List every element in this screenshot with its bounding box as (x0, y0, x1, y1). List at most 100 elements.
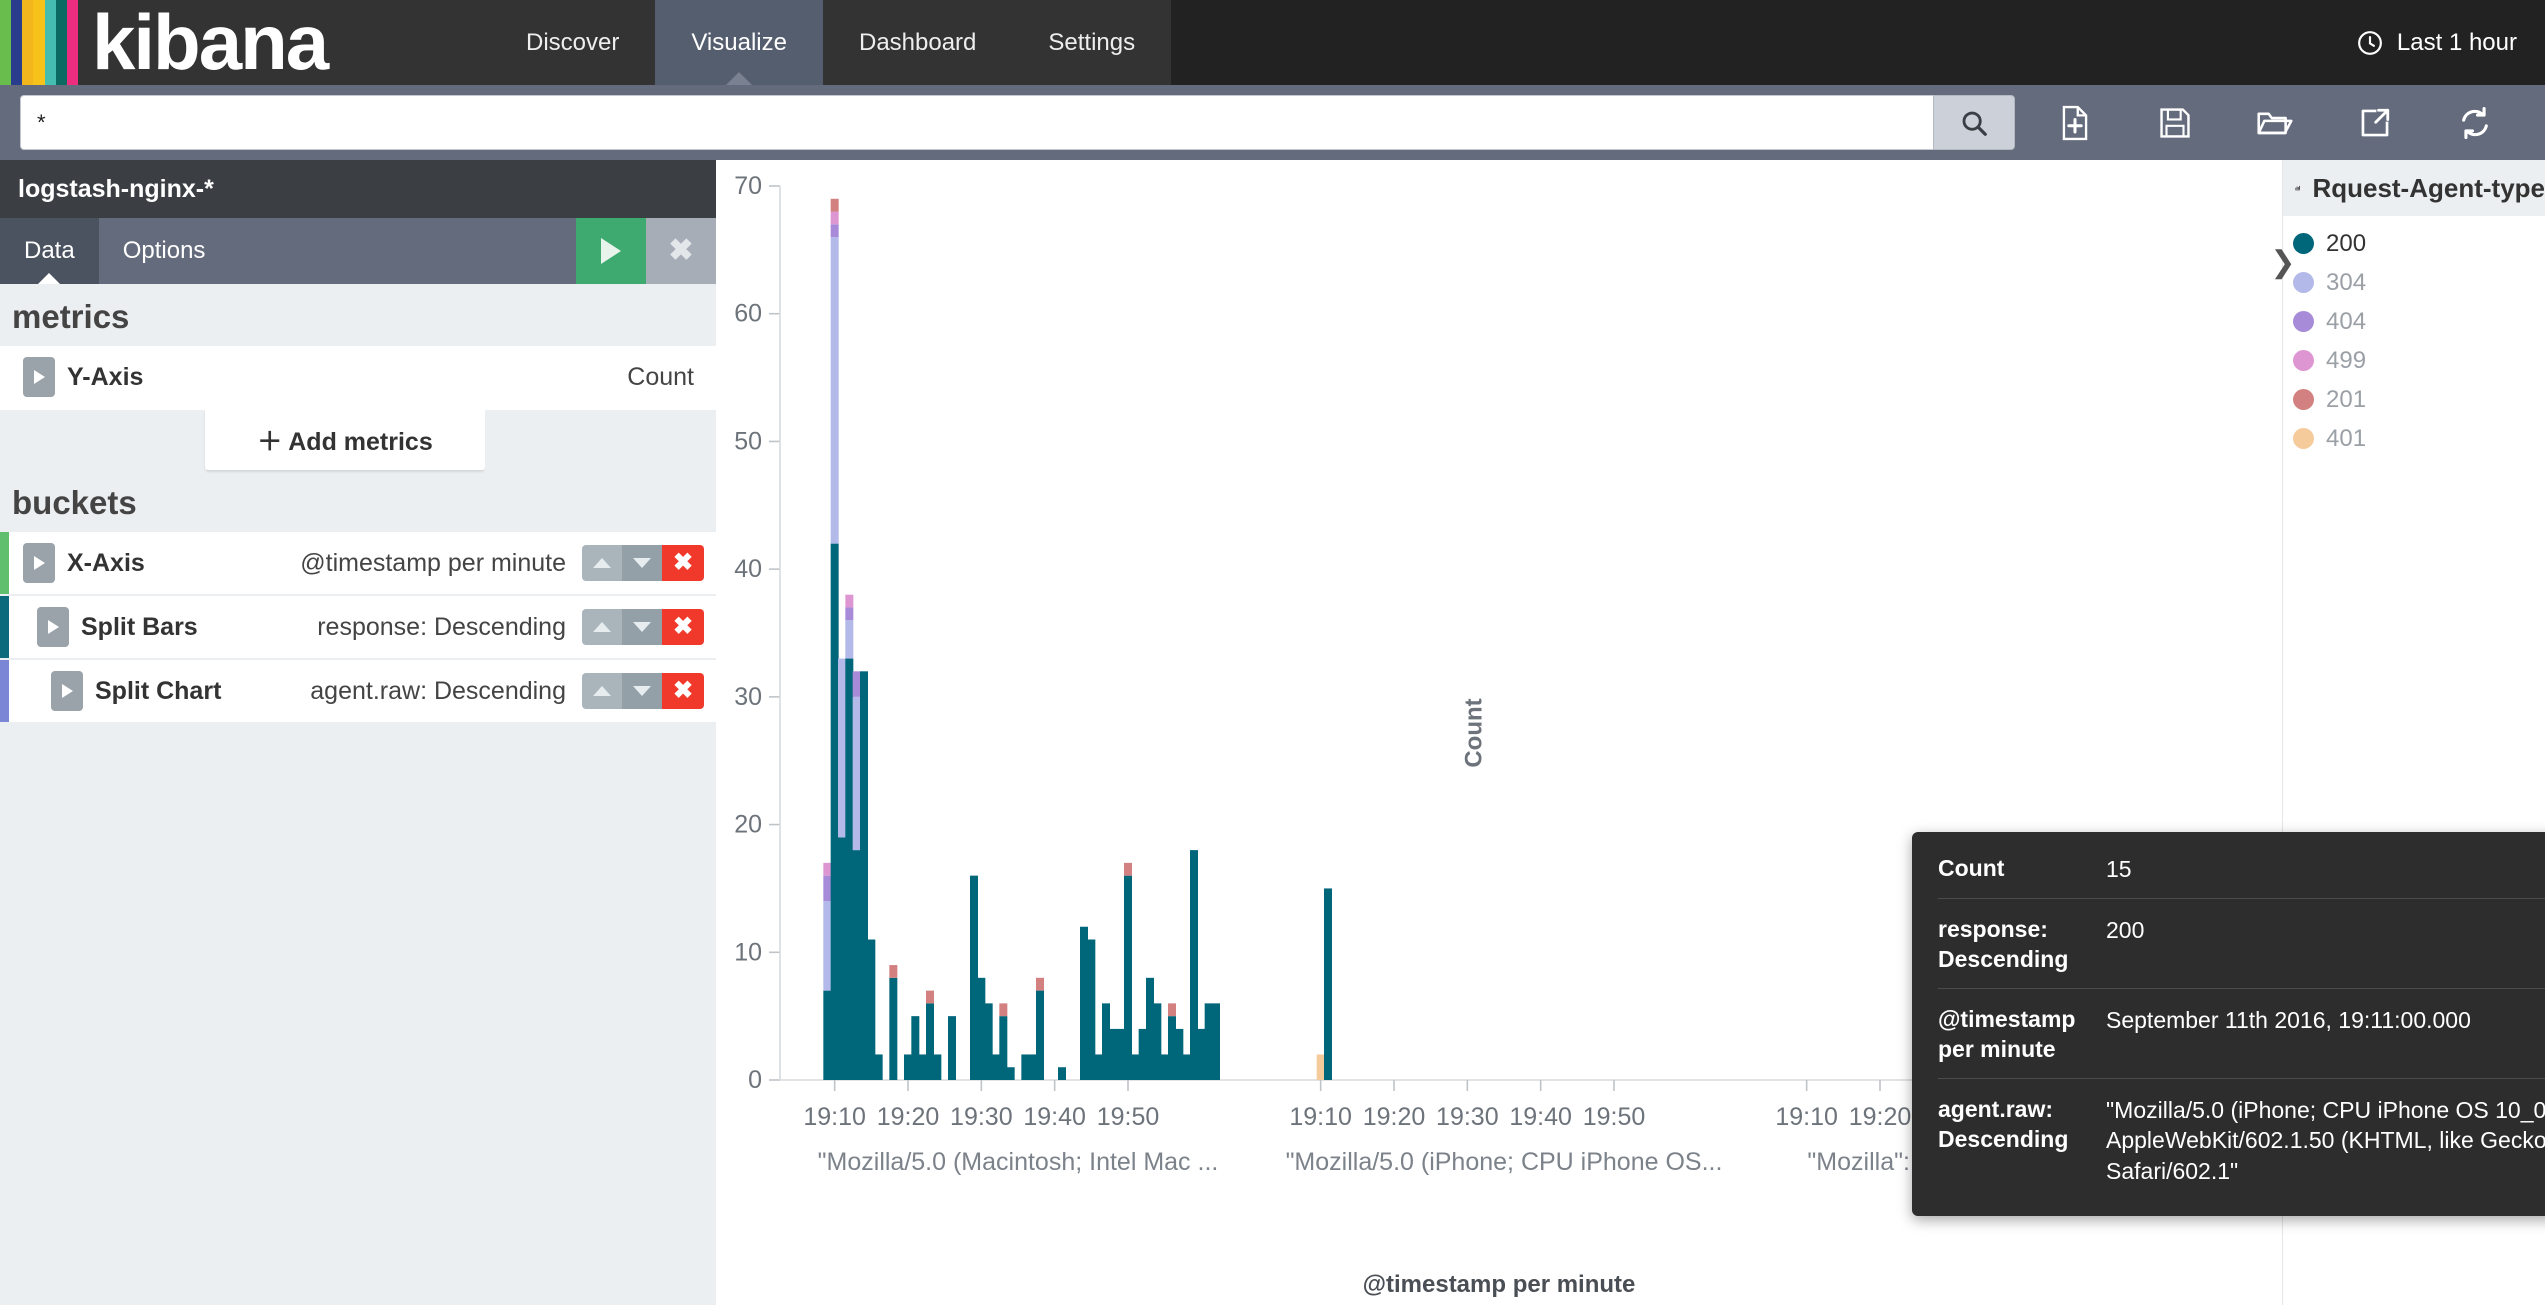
legend-item-404[interactable]: 404 (2293, 302, 2545, 341)
bar-segment-499[interactable] (831, 212, 839, 225)
bar-segment-200[interactable] (823, 991, 831, 1080)
bar-segment-200[interactable] (1146, 978, 1154, 1080)
bar-segment-200[interactable] (1183, 1054, 1191, 1080)
legend-item-201[interactable]: 201 (2293, 380, 2545, 419)
bar-segment-201[interactable] (889, 965, 897, 978)
bar-segment-404[interactable] (831, 224, 839, 237)
remove-bucket-button[interactable]: ✖ (662, 673, 704, 709)
bar-segment-200[interactable] (977, 978, 985, 1080)
bar-segment-200[interactable] (1153, 1003, 1161, 1080)
search-submit-button[interactable] (1933, 95, 2015, 150)
bar-segment-200[interactable] (1168, 1016, 1176, 1080)
nav-tab-dashboard[interactable]: Dashboard (823, 0, 1012, 85)
bar-segment-200[interactable] (999, 1016, 1007, 1080)
bar-segment-201[interactable] (831, 199, 839, 212)
bar-segment-304[interactable] (845, 620, 853, 658)
bucket-row-x-axis[interactable]: X-Axis@timestamp per minute✖ (0, 532, 716, 594)
open-visualization-button[interactable] (2225, 87, 2325, 159)
legend-toggle-button[interactable]: ❯ (2269, 240, 2297, 284)
bar-segment-200[interactable] (1131, 1054, 1139, 1080)
new-visualization-button[interactable] (2025, 87, 2125, 159)
bar-segment-200[interactable] (904, 1054, 912, 1080)
bar-segment-200[interactable] (1007, 1067, 1015, 1080)
bar-segment-200[interactable] (1036, 991, 1044, 1080)
nav-tab-discover[interactable]: Discover (490, 0, 655, 85)
bar-segment-201[interactable] (1168, 1003, 1176, 1016)
bucket-row-split-chart[interactable]: Split Chartagent.raw: Descending✖ (0, 660, 716, 722)
bar-segment-200[interactable] (889, 978, 897, 1080)
bar-segment-304[interactable] (823, 901, 831, 990)
tab-data[interactable]: Data (0, 218, 99, 284)
move-up-button[interactable] (582, 609, 622, 645)
tab-options[interactable]: Options (99, 218, 230, 284)
bar-segment-200[interactable] (1175, 1029, 1183, 1080)
bar-segment-201[interactable] (999, 1003, 1007, 1016)
expand-caret-icon[interactable] (51, 671, 83, 711)
bar-segment-200[interactable] (1212, 1003, 1220, 1080)
bar-segment-304[interactable] (838, 659, 846, 838)
bar-segment-200[interactable] (948, 1016, 956, 1080)
bar-segment-200[interactable] (1117, 1029, 1125, 1080)
bar-segment-200[interactable] (1197, 1029, 1205, 1080)
bar-segment-499[interactable] (823, 863, 831, 876)
discard-changes-button[interactable]: ✖ (646, 218, 716, 284)
bar-segment-200[interactable] (1095, 1054, 1103, 1080)
legend-item-304[interactable]: 304 (2293, 263, 2545, 302)
bar-segment-404[interactable] (823, 876, 831, 902)
search-input[interactable] (20, 95, 1933, 150)
time-picker[interactable]: Last 1 hour (2329, 0, 2545, 85)
bar-segment-200[interactable] (1102, 1003, 1110, 1080)
bar-segment-201[interactable] (926, 991, 934, 1004)
bar-segment-201[interactable] (1124, 863, 1132, 876)
expand-caret-icon[interactable] (37, 607, 69, 647)
bar-segment-200[interactable] (911, 1016, 919, 1080)
bar-segment-200[interactable] (1190, 850, 1198, 1080)
bar-segment-200[interactable] (1109, 1029, 1117, 1080)
share-visualization-button[interactable] (2325, 87, 2425, 159)
bar-segment-200[interactable] (853, 850, 861, 1080)
bar-segment-304[interactable] (831, 237, 839, 544)
bar-segment-200[interactable] (1058, 1067, 1066, 1080)
bar-segment-200[interactable] (860, 671, 868, 1080)
refresh-button[interactable] (2425, 87, 2525, 159)
bar-segment-200[interactable] (875, 1054, 883, 1080)
nav-tab-settings[interactable]: Settings (1012, 0, 1171, 85)
apply-changes-button[interactable] (576, 218, 646, 284)
bar-segment-200[interactable] (970, 876, 978, 1080)
bar-segment-499[interactable] (845, 595, 853, 608)
bar-segment-200[interactable] (867, 940, 875, 1080)
expand-caret-icon[interactable] (23, 357, 55, 397)
legend-item-200[interactable]: 200 (2293, 224, 2545, 263)
bar-segment-200[interactable] (1080, 927, 1088, 1080)
add-metrics-button[interactable]: ＋ Add metrics (205, 410, 485, 470)
bar-segment-200[interactable] (1021, 1054, 1029, 1080)
metric-row-y-axis[interactable]: Y-Axis Count (0, 346, 716, 408)
bar-segment-200[interactable] (926, 1003, 934, 1080)
remove-bucket-button[interactable]: ✖ (662, 609, 704, 645)
bar-segment-200[interactable] (1029, 1054, 1037, 1080)
bar-segment-201[interactable] (1036, 978, 1044, 991)
bar-segment-200[interactable] (919, 1054, 927, 1080)
move-down-button[interactable] (622, 609, 662, 645)
nav-tab-visualize[interactable]: Visualize (655, 0, 823, 85)
bar-segment-200[interactable] (1161, 1054, 1169, 1080)
bar-segment-200[interactable] (845, 659, 853, 1080)
bar-segment-200[interactable] (933, 1054, 941, 1080)
move-down-button[interactable] (622, 673, 662, 709)
bar-segment-404[interactable] (845, 607, 853, 620)
bar-segment-200[interactable] (1205, 1003, 1213, 1080)
bar-segment-200[interactable] (838, 837, 846, 1080)
move-up-button[interactable] (582, 545, 622, 581)
bar-segment-200[interactable] (831, 544, 839, 1080)
bar-segment-404[interactable] (853, 671, 861, 697)
move-up-button[interactable] (582, 673, 622, 709)
bar-segment-200[interactable] (1124, 876, 1132, 1080)
remove-bucket-button[interactable]: ✖ (662, 545, 704, 581)
bar-segment-200[interactable] (1139, 1029, 1147, 1080)
bar-segment-304[interactable] (853, 697, 861, 850)
legend-item-401[interactable]: 401 (2293, 419, 2545, 458)
bucket-row-split-bars[interactable]: Split Barsresponse: Descending✖ (0, 596, 716, 658)
expand-caret-icon[interactable] (23, 543, 55, 583)
bar-segment-200[interactable] (1087, 940, 1095, 1080)
sidebar-collapse-button[interactable]: ❮ (700, 340, 734, 380)
